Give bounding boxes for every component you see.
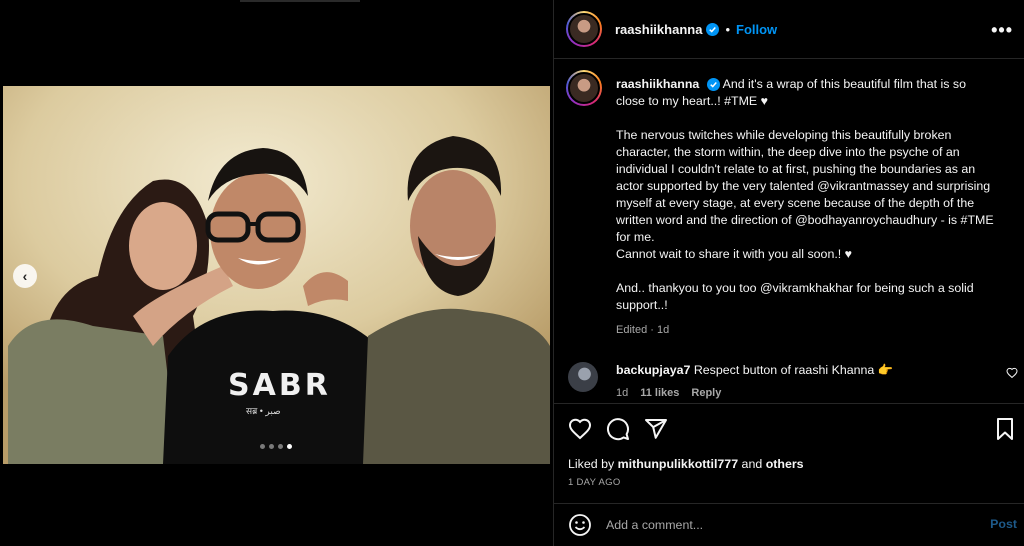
post-actions: Liked by mithunpulikkottil777 and others… — [554, 403, 1024, 503]
comment-text: backupjaya7 Respect button of raashi Kha… — [616, 363, 893, 378]
author-username[interactable]: raashiikhanna — [615, 22, 702, 37]
liked-by-user[interactable]: mithunpulikkottil777 — [618, 457, 738, 471]
comment-reply-button[interactable]: Reply — [691, 387, 721, 399]
verified-badge-icon — [706, 22, 720, 36]
post-info-pane: raashiikhanna • Follow ••• raashiikhanna… — [553, 0, 1024, 546]
carousel-prev-button[interactable]: ‹ — [13, 264, 37, 288]
caption-paragraph-2b: Cannot wait to share it with you all soo… — [616, 247, 853, 261]
author-avatar[interactable] — [566, 11, 602, 47]
caption-text: raashiikhanna And it's a wrap of this be… — [616, 76, 996, 331]
post-photo[interactable]: SABR सब्र • صبر — [3, 86, 550, 464]
post-date[interactable]: 1 DAY AGO — [568, 477, 621, 488]
liked-by-prefix: Liked by — [568, 457, 615, 471]
caption-meta: Edited · 1d — [616, 324, 670, 336]
comment-input[interactable]: Add a comment... — [606, 518, 703, 532]
carousel-dots — [260, 444, 292, 449]
comment-icon[interactable] — [606, 417, 630, 441]
post-comment-button[interactable]: Post — [990, 517, 1017, 531]
shirt-subtext: सब्र • صبر — [246, 406, 281, 416]
caption-area: raashiikhanna And it's a wrap of this be… — [554, 60, 1024, 402]
carousel-dot-active — [287, 444, 292, 449]
comment-time: 1d — [616, 387, 629, 399]
caption-author-avatar[interactable] — [566, 70, 602, 106]
caption-paragraph-2: The nervous twitches while developing th… — [616, 128, 994, 244]
comment-username[interactable]: backupjaya7 — [616, 363, 690, 377]
header-separator: • — [725, 21, 730, 37]
bookmark-icon[interactable] — [993, 417, 1017, 441]
post-header: raashiikhanna • Follow ••• — [554, 0, 1024, 59]
carousel-dot — [260, 444, 265, 449]
comment-likes[interactable]: 11 likes — [640, 387, 679, 399]
add-comment-bar: Add a comment... Post — [554, 503, 1024, 546]
follow-button[interactable]: Follow — [736, 22, 777, 37]
heart-outline-icon[interactable] — [568, 417, 592, 441]
comment-body: Respect button of raashi Khanna 👉 — [693, 363, 894, 377]
action-icons — [568, 417, 668, 441]
media-top-divider — [240, 0, 360, 2]
emoji-smiley-icon[interactable] — [568, 513, 592, 537]
caption-paragraph-3: And.. thankyou to you too @vikramkhakhar… — [616, 281, 974, 312]
commenter-avatar[interactable] — [568, 362, 598, 392]
carousel-dot — [278, 444, 283, 449]
heart-outline-icon[interactable] — [1006, 367, 1018, 379]
post-media-pane: SABR सब्र • صبر ‹ — [0, 0, 553, 546]
liked-by-summary: Liked by mithunpulikkottil777 and others — [568, 457, 804, 471]
chevron-left-icon: ‹ — [22, 268, 28, 284]
comment-meta: 1d 11 likes Reply — [616, 387, 721, 399]
verified-badge-icon — [706, 78, 720, 92]
caption-username[interactable]: raashiikhanna — [616, 77, 699, 91]
liked-by-others[interactable]: others — [766, 457, 804, 471]
carousel-dot — [269, 444, 274, 449]
more-options-icon[interactable]: ••• — [991, 20, 1013, 41]
liked-by-and: and — [741, 457, 763, 471]
shirt-text: SABR — [228, 368, 331, 403]
share-paper-plane-icon[interactable] — [644, 417, 668, 441]
